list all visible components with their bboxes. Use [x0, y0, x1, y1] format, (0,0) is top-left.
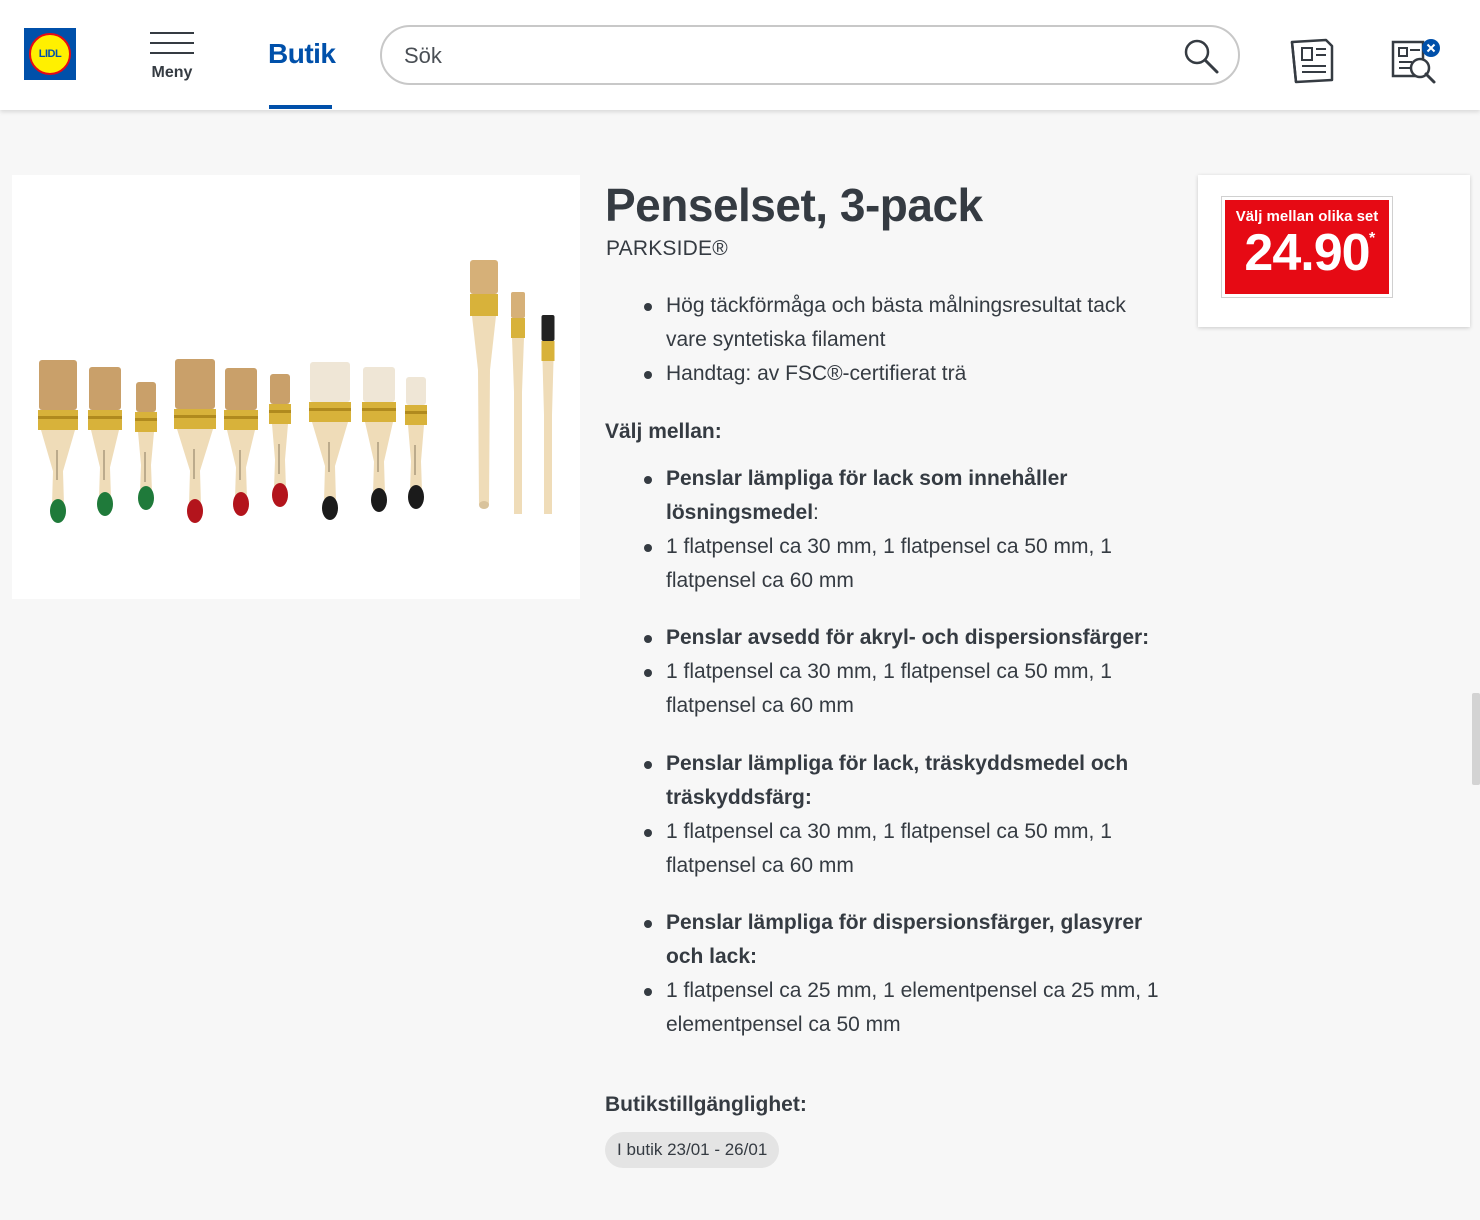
variant-list-2: Penslar avsedd för akryl- och dispersion…	[640, 621, 1160, 723]
variant-content: 1 flatpensel ca 30 mm, 1 flatpensel ca 5…	[640, 815, 1160, 883]
variant-name: Penslar avsedd för akryl- och dispersion…	[640, 621, 1160, 655]
element-brush-icon	[470, 260, 498, 509]
variant-list-1: Penslar lämpliga för lack som innehåller…	[640, 462, 1160, 598]
variant-name: Penslar lämpliga för lack, träskyddsmede…	[640, 747, 1160, 815]
variant-content: 1 flatpensel ca 30 mm, 1 flatpensel ca 5…	[640, 530, 1160, 598]
search-bar	[380, 25, 1240, 85]
variant-list-4: Penslar lämpliga för dispersionsfärger, …	[640, 906, 1160, 1042]
availability-badge: I butik 23/01 - 26/01	[605, 1132, 780, 1168]
brush-icon	[309, 362, 351, 520]
variant-content: 1 flatpensel ca 25 mm, 1 elementpensel c…	[640, 974, 1160, 1042]
brush-icon	[88, 367, 122, 516]
brush-icon	[362, 367, 396, 512]
variant-list-3: Penslar lämpliga för lack, träskyddsmede…	[640, 747, 1160, 883]
feature-item: Handtag: av FSC®-certifierat trä	[640, 357, 1160, 391]
brush-icon	[224, 368, 258, 516]
search-icon[interactable]	[1182, 37, 1220, 75]
product-brand: PARKSIDE®	[606, 237, 728, 260]
flyer-icon[interactable]	[1288, 36, 1338, 86]
price-asterisk: *	[1369, 230, 1376, 247]
scrollbar-thumb[interactable]	[1472, 693, 1480, 785]
paint-brushes-illustration	[38, 260, 555, 523]
hamburger-icon	[150, 30, 194, 54]
nav-tab-butik[interactable]: Butik	[268, 38, 336, 70]
search-input[interactable]	[404, 39, 1164, 73]
variant-name: Penslar lämpliga för lack som innehåller…	[640, 462, 1160, 530]
lidl-logo-text: LIDL	[29, 33, 71, 75]
lidl-logo[interactable]: LIDL	[24, 28, 76, 80]
menu-label: Meny	[151, 64, 193, 81]
choose-heading: Välj mellan:	[605, 420, 722, 443]
menu-button[interactable]: Meny	[146, 28, 198, 88]
brush-icon	[269, 374, 291, 507]
product-image[interactable]	[12, 175, 580, 599]
availability-heading: Butikstillgänglighet:	[605, 1093, 807, 1116]
feature-list: Hög täckförmåga och bästa målningsresult…	[640, 289, 1160, 391]
top-header: LIDL Meny Butik	[0, 0, 1480, 110]
feature-item: Hög täckförmåga och bästa målningsresult…	[640, 289, 1160, 357]
shopping-list-icon[interactable]	[1390, 36, 1442, 86]
brush-icon	[135, 382, 157, 510]
brush-icon	[405, 377, 427, 509]
price-card: Välj mellan olika set 24.90 *	[1198, 175, 1470, 327]
brush-icon	[38, 360, 78, 523]
variant-content: 1 flatpensel ca 30 mm, 1 flatpensel ca 5…	[640, 655, 1160, 723]
active-tab-indicator	[269, 105, 332, 109]
product-title: Penselset, 3-pack	[605, 179, 983, 231]
price-value: 24.90	[1244, 224, 1370, 282]
price-label: Välj mellan olika set	[1235, 208, 1379, 225]
element-brush-icon	[511, 292, 555, 514]
variant-name: Penslar lämpliga för dispersionsfärger, …	[640, 906, 1160, 974]
price-tag: Välj mellan olika set 24.90 *	[1221, 196, 1393, 298]
brush-icon	[174, 359, 216, 523]
